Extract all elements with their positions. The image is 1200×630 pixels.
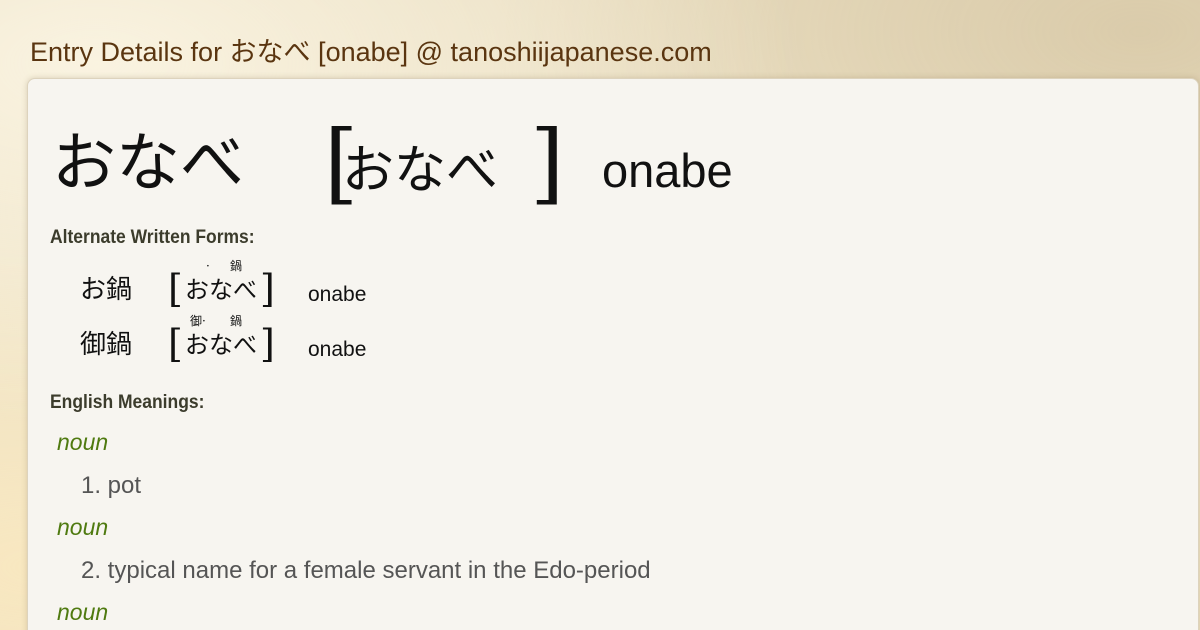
alternate-form-bracket-open: [ xyxy=(168,267,183,311)
alternate-form-reading: おなべ xyxy=(185,331,257,359)
meaning-text: 1. pot xyxy=(81,472,142,499)
entry-panel: おなべ [ おなべ ] onabe Alternate Written Form… xyxy=(27,78,1199,630)
alternate-form-romaji: onabe xyxy=(308,338,367,361)
alternate-form-furigana: 鍋 xyxy=(230,314,243,328)
headword-romaji: onabe xyxy=(602,144,733,197)
reading-bracket-close: ] xyxy=(530,111,565,214)
alternate-form-bracket-open: [ xyxy=(168,322,183,366)
alternate-form-furigana: · xyxy=(206,259,210,273)
part-of-speech: noun xyxy=(57,599,109,625)
alternate-form-bracket-close: ] xyxy=(260,322,275,366)
alternate-form-row: 御鍋 [ 御· 鍋 おなべ ] onabe xyxy=(80,314,580,364)
alternate-form-reading: おなべ xyxy=(185,276,257,304)
alternate-form-furigana: 御· xyxy=(190,314,206,328)
alternate-forms-label: Alternate Written Forms: xyxy=(50,227,255,248)
english-meanings-label: English Meanings: xyxy=(50,392,205,413)
alternate-form-furigana: 鍋 xyxy=(230,259,243,273)
alternate-form-kanji: 御鍋 xyxy=(80,330,133,360)
headword-reading: おなべ xyxy=(342,141,499,201)
headword: おなべ xyxy=(52,127,244,201)
alternate-form-romaji: onabe xyxy=(308,283,367,306)
alternate-form-kanji: お鍋 xyxy=(80,275,133,305)
alternate-form-row: お鍋 [ · 鍋 おなべ ] onabe xyxy=(80,259,580,309)
part-of-speech: noun xyxy=(57,429,109,455)
page-title: Entry Details for おなべ [onabe] @ tanoshii… xyxy=(30,37,712,67)
alternate-form-bracket-close: ] xyxy=(260,267,275,311)
part-of-speech: noun xyxy=(57,514,109,540)
meaning-text: 2. typical name for a female servant in … xyxy=(81,557,651,584)
